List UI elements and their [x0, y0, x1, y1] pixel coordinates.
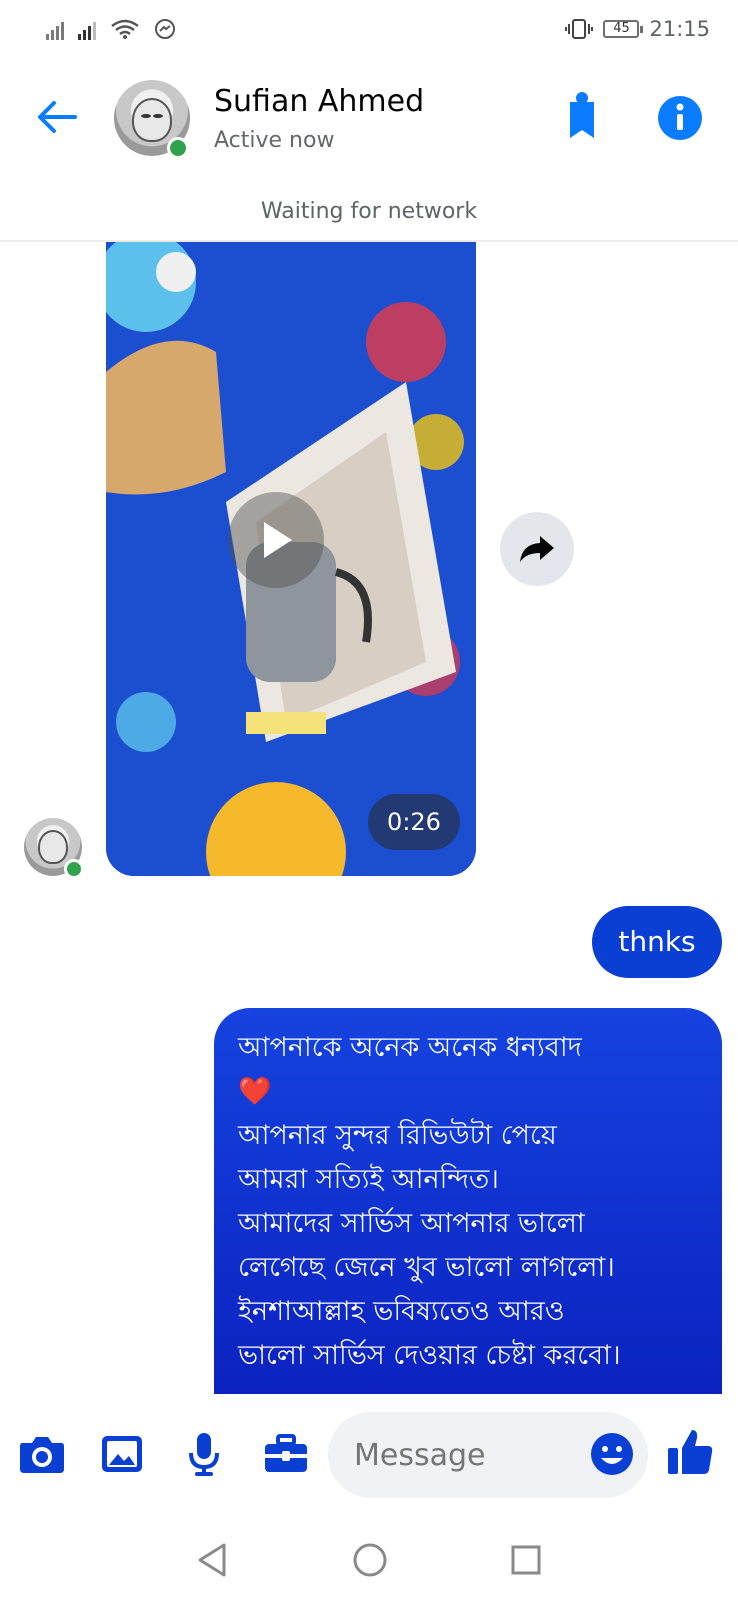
message-composer [0, 1394, 738, 1514]
system-navigation-bar [0, 1514, 738, 1600]
back-button[interactable] [30, 90, 84, 144]
forward-icon [520, 536, 554, 562]
avatar-face [38, 830, 68, 864]
camera-icon [20, 1437, 64, 1473]
nav-back-button[interactable] [192, 1540, 232, 1580]
play-icon [264, 522, 292, 558]
status-icons-left [46, 18, 176, 40]
avatar-face [132, 98, 172, 142]
status-bar: 45 21:15 [0, 0, 738, 62]
thumbs-up-icon [668, 1430, 713, 1474]
battery-indicator: 45 [603, 20, 644, 38]
circle-home-icon [353, 1543, 387, 1577]
microphone-icon [189, 1433, 219, 1476]
briefcase-icon [265, 1434, 307, 1472]
messenger-notification-icon [155, 19, 175, 39]
sent-message-bubble[interactable]: আপনাকে অনেক অনেক ধন্যবাদ ❤️ আপনার সুন্দর… [214, 1008, 722, 1394]
status-icons-right: 45 21:15 [565, 17, 710, 41]
clock: 21:15 [649, 17, 710, 41]
phone-icon [570, 92, 594, 138]
contact-name[interactable]: Sufian Ahmed [214, 84, 424, 119]
signal-icon [78, 18, 96, 40]
gallery-button[interactable] [98, 1430, 146, 1478]
active-status-dot [167, 137, 189, 159]
vibrate-icon [565, 19, 594, 39]
call-button[interactable] [556, 92, 608, 144]
nav-recents-button[interactable] [506, 1540, 546, 1580]
emoji-button[interactable] [588, 1430, 636, 1478]
play-button[interactable] [228, 492, 324, 588]
info-button[interactable] [654, 92, 706, 144]
like-button[interactable] [664, 1426, 716, 1478]
sender-active-dot [64, 859, 84, 879]
emoji-icon [591, 1433, 633, 1475]
forward-button[interactable] [500, 512, 574, 586]
video-duration: 0:26 [368, 794, 460, 850]
video-message[interactable]: 0:26 [106, 242, 476, 876]
signal-icon [46, 18, 64, 40]
camera-button[interactable] [18, 1430, 66, 1478]
wifi-icon [111, 19, 139, 39]
contact-status: Active now [214, 128, 335, 153]
info-icon [658, 96, 702, 140]
back-arrow-icon [38, 101, 77, 133]
voice-record-button[interactable] [180, 1430, 228, 1478]
nav-home-button[interactable] [350, 1540, 390, 1580]
more-actions-button[interactable] [262, 1430, 310, 1478]
sent-message-bubble[interactable]: thnks [592, 906, 722, 978]
network-status-banner: Waiting for network [0, 188, 738, 242]
triangle-back-icon [198, 1543, 226, 1577]
conversation-header: Sufian Ahmed Active now [0, 62, 738, 182]
image-icon [102, 1436, 142, 1472]
square-recents-icon [511, 1545, 541, 1575]
